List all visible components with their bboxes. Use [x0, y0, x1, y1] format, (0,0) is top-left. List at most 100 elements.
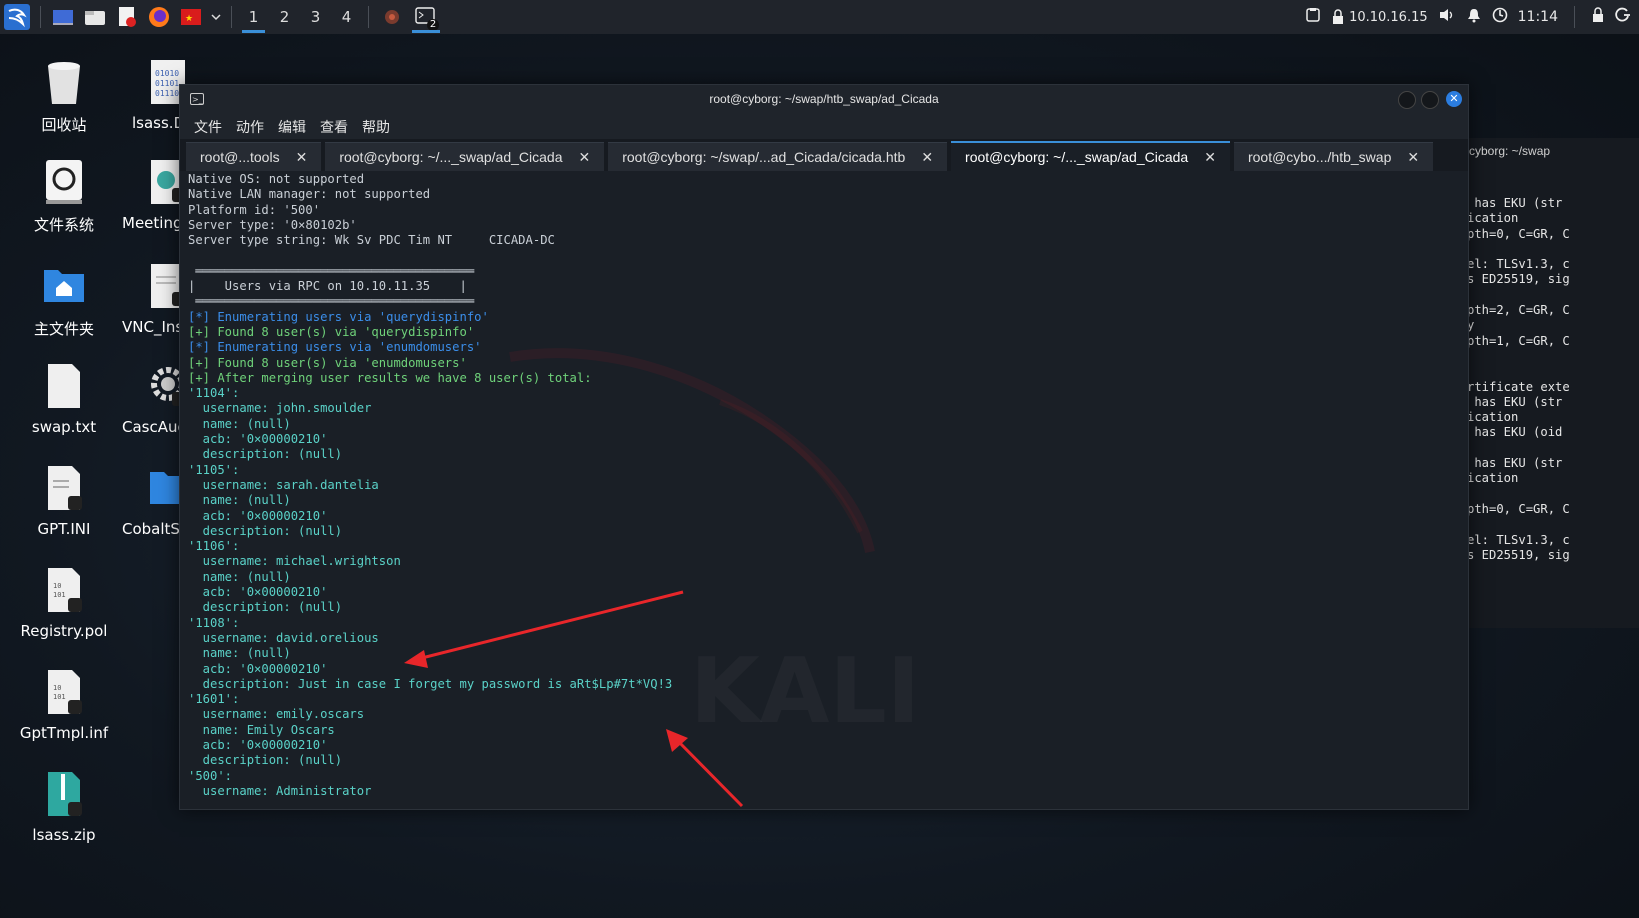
terminal-line: username: michael.wrightson — [188, 554, 401, 569]
window-titlebar[interactable]: >_ root@cyborg: ~/swap/htb_swap/ad_Cicad… — [180, 85, 1468, 115]
text-editor-icon[interactable] — [114, 4, 140, 30]
workspace-2[interactable]: 2 — [269, 0, 300, 34]
desktop-icon-label: GptTmpl.inf — [19, 724, 109, 742]
terminal-line: name: (null) — [188, 416, 291, 431]
terminal-line: name: Emily Oscars — [188, 722, 335, 737]
background-terminal-line — [1467, 364, 1570, 379]
terminal-line: | Users via RPC on 10.10.11.35 | — [188, 279, 467, 294]
minimize-button[interactable] — [1398, 91, 1416, 109]
vpn-indicator[interactable]: 10.10.16.15 — [1331, 9, 1428, 25]
desktop-icon-home[interactable]: 主文件夹 — [16, 262, 112, 339]
binary-file-icon: 10 101 — [42, 668, 86, 718]
terminal-line: '1105': — [188, 462, 240, 477]
tab-close-icon[interactable]: ✕ — [921, 149, 933, 166]
taskbar-terminal-icon[interactable]: 2 — [409, 0, 443, 34]
lock-screen-icon[interactable] — [1591, 7, 1605, 27]
background-terminal-line: el: TLSv1.3, c — [1467, 532, 1570, 547]
desktop-icon-label: lsass.zip — [32, 826, 96, 844]
clipboard-icon[interactable] — [1305, 7, 1321, 27]
background-terminal-line: s ED25519, sig — [1467, 547, 1570, 562]
firefox-icon[interactable] — [146, 4, 172, 30]
terminal-line: ══════════════════════════════════════ — [188, 294, 475, 309]
archive-file-icon — [42, 770, 86, 820]
svg-text:101: 101 — [53, 591, 66, 599]
chevron-down-icon[interactable] — [210, 4, 222, 30]
tab-close-icon[interactable]: ✕ — [1407, 149, 1419, 166]
background-terminal-line: s ED25519, sig — [1467, 272, 1570, 287]
terminal-line: username: sarah.dantelia — [188, 477, 379, 492]
terminal-line: Native OS: not supported — [188, 172, 365, 186]
logout-icon[interactable] — [1615, 7, 1631, 27]
drive-icon — [42, 158, 86, 208]
desktop-icon-label: 文件系统 — [33, 216, 94, 234]
desktop-icon-registry-pol[interactable]: 10 101 Registry.pol — [16, 566, 112, 640]
terminal-line: username: emily.oscars — [188, 707, 365, 722]
svg-text:10: 10 — [53, 684, 61, 692]
tab-2[interactable]: root@cyborg: ~/..._swap/ad_Cicada ✕ — [325, 142, 605, 171]
top-panel: ★ 1 2 3 4 2 10.10.16.15 11:14 — [0, 0, 1639, 34]
menu-view[interactable]: 查看 — [320, 117, 348, 137]
vpn-ip-text: 10.10.16.15 — [1349, 9, 1428, 25]
background-terminal-line: ication — [1467, 211, 1519, 226]
power-manager-icon[interactable] — [1492, 7, 1508, 27]
desktop-icon-gpttmpl[interactable]: 10 101 GptTmpl.inf — [16, 668, 112, 742]
desktop-icon-swap-txt[interactable]: swap.txt — [16, 362, 112, 436]
terminal-output[interactable]: Native OS: not supported Native LAN manag… — [180, 172, 1468, 809]
tab-5[interactable]: root@cybo.../htb_swap ✕ — [1233, 142, 1434, 171]
tab-close-icon[interactable]: ✕ — [578, 149, 590, 166]
maximize-button[interactable] — [1421, 91, 1439, 109]
terminal-line: '1108': — [188, 615, 240, 630]
desktop-icon-filesystem[interactable]: 文件系统 — [16, 158, 112, 235]
trash-icon — [42, 58, 86, 108]
background-terminal-line: has EKU (str — [1467, 196, 1563, 210]
desktop-icon-trash[interactable]: 回收站 — [16, 58, 112, 135]
background-terminal-line — [1467, 441, 1570, 456]
kali-menu-button[interactable] — [0, 0, 34, 34]
terminal-window[interactable]: >_ root@cyborg: ~/swap/htb_swap/ad_Cicad… — [179, 84, 1469, 810]
desktop-icon-gpt-ini[interactable]: GPT.INI — [16, 464, 112, 538]
terminal-line: [*] Enumerating users via 'enumdomusers' — [188, 340, 482, 355]
menu-file[interactable]: 文件 — [194, 117, 222, 137]
close-button[interactable]: ✕ — [1446, 91, 1462, 107]
terminal-line: '1601': — [188, 692, 240, 707]
tab-1[interactable]: root@...tools ✕ — [186, 142, 322, 171]
desktop-icon-lsass-zip[interactable]: lsass.zip — [16, 770, 112, 844]
terminal-line: name: (null) — [188, 646, 291, 661]
show-desktop-icon[interactable] — [50, 4, 76, 30]
workspace-1[interactable]: 1 — [238, 0, 269, 34]
desktop-icon-label: 主文件夹 — [33, 320, 94, 338]
home-folder-icon — [42, 262, 86, 312]
panel-separator — [1574, 6, 1575, 28]
terminal-line: description: (null) — [188, 600, 343, 615]
menu-help[interactable]: 帮助 — [362, 117, 390, 137]
tab-3[interactable]: root@cyborg: ~/swap/...ad_Cicada/cicada.… — [608, 142, 948, 171]
terminal-line: [+] Found 8 user(s) via 'enumdomusers' — [188, 355, 467, 370]
taskbar-app-icon[interactable] — [375, 0, 409, 34]
background-terminal-line — [1467, 242, 1570, 257]
red-app-icon[interactable]: ★ — [178, 4, 204, 30]
menu-actions[interactable]: 动作 — [236, 117, 264, 137]
tab-label: root@cyborg: ~/..._swap/ad_Cicada — [965, 149, 1189, 165]
tab-close-icon[interactable]: ✕ — [1204, 149, 1216, 166]
volume-icon[interactable] — [1438, 7, 1456, 27]
background-terminal-line — [1467, 487, 1570, 502]
background-terminal-line: rtificate exte — [1467, 379, 1570, 394]
background-terminal-output: has EKU (str ication pth=0, C=GR, Cel: TLS… — [1467, 196, 1570, 563]
terminal-line: description: Just in case I forget my pa… — [188, 676, 673, 691]
background-terminal-line — [1467, 517, 1570, 532]
clock[interactable]: 11:14 — [1518, 9, 1558, 25]
window-title: root@cyborg: ~/swap/htb_swap/ad_Cicada — [709, 92, 939, 106]
workspace-4[interactable]: 4 — [331, 0, 362, 34]
tab-4[interactable]: root@cyborg: ~/..._swap/ad_Cicada ✕ — [951, 141, 1230, 171]
notification-bell-icon[interactable] — [1466, 7, 1482, 27]
tab-close-icon[interactable]: ✕ — [296, 149, 308, 166]
terminal-line: username: david.orelious — [188, 630, 379, 645]
background-terminal-line: pth=2, C=GR, C — [1467, 303, 1570, 318]
svg-text:01010: 01010 — [155, 69, 179, 78]
workspace-3[interactable]: 3 — [300, 0, 331, 34]
menu-bar: 文件 动作 编辑 查看 帮助 — [180, 115, 1468, 139]
menu-edit[interactable]: 编辑 — [278, 117, 306, 137]
binary-file-icon: 10 101 — [42, 566, 86, 616]
file-manager-icon[interactable] — [82, 4, 108, 30]
